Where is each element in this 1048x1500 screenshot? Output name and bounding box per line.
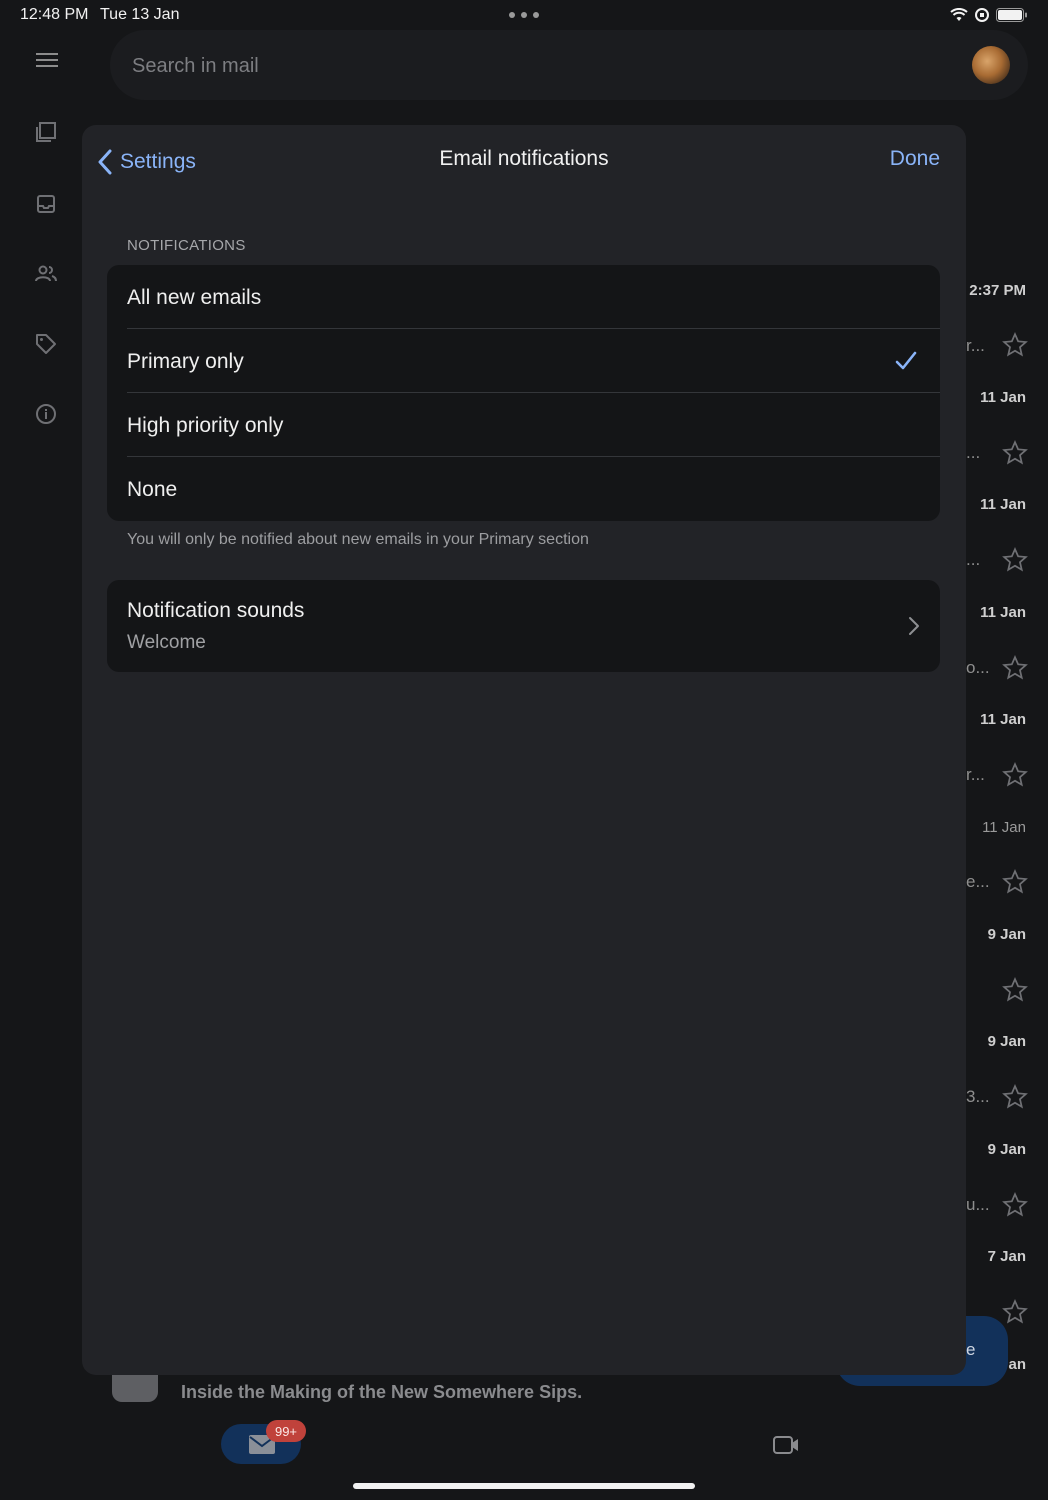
contacts-icon[interactable]	[34, 262, 58, 286]
star-icon[interactable]	[1002, 869, 1028, 895]
home-indicator	[353, 1483, 695, 1489]
checkmark-icon	[895, 351, 917, 370]
mail-snippet: u...	[966, 1195, 990, 1214]
done-button[interactable]: Done	[890, 147, 940, 171]
search-bar[interactable]	[110, 30, 1028, 100]
mail-snippet: ...	[966, 443, 981, 462]
bottom-nav: 99+	[0, 1420, 1048, 1480]
star-icon[interactable]	[1002, 655, 1028, 681]
star-icon[interactable]	[1002, 1084, 1028, 1110]
unread-badge: 99+	[266, 1420, 306, 1442]
mail-snippet: r...	[966, 765, 985, 784]
sheet-title: Email notifications	[439, 147, 609, 170]
mail-snippet: e...	[966, 872, 990, 891]
option-none[interactable]: None	[107, 457, 940, 521]
mail-date: 11 Jan	[980, 389, 1026, 406]
email-notifications-sheet: Settings Email notifications Done NOTIFI…	[82, 125, 966, 1375]
mail-snippet: o...	[966, 658, 990, 677]
mail-preview-row[interactable]: Inside the Making of the New Somewhere S…	[112, 1370, 962, 1410]
orientation-lock-icon	[975, 8, 989, 22]
notification-options: All new emails Primary only High priorit…	[107, 265, 940, 521]
option-label: None	[127, 478, 178, 501]
mail-date: 9 Jan	[987, 1141, 1026, 1158]
mail-subject: Inside the Making of the New Somewhere S…	[181, 1382, 583, 1402]
mail-date: 11 Jan	[980, 496, 1026, 513]
star-icon[interactable]	[1002, 1299, 1028, 1325]
option-primary-only[interactable]: Primary only	[107, 329, 940, 393]
option-label: Primary only	[127, 350, 244, 373]
status-indicators	[950, 7, 1028, 23]
mail-date: 2:37 PM	[969, 282, 1026, 299]
label-icon[interactable]	[34, 332, 58, 356]
wifi-icon	[950, 8, 968, 21]
side-rail	[0, 32, 90, 1432]
search-input[interactable]	[130, 51, 834, 81]
notification-sounds-value: Welcome	[127, 632, 206, 653]
mail-date: 9 Jan	[987, 1033, 1026, 1050]
inbox-icon[interactable]	[34, 192, 58, 216]
section-header: NOTIFICATIONS	[127, 237, 246, 254]
account-avatar[interactable]	[972, 46, 1010, 84]
notification-sounds-title: Notification sounds	[127, 599, 305, 622]
mail-snippet: r...	[966, 336, 985, 355]
menu-icon[interactable]	[34, 48, 58, 72]
all-inboxes-icon[interactable]	[34, 120, 58, 144]
compose-label: e	[966, 1340, 976, 1359]
status-time: 12:48 PM	[20, 6, 89, 23]
star-icon[interactable]	[1002, 332, 1028, 358]
mail-date: 11 Jan	[980, 711, 1026, 728]
star-icon[interactable]	[1002, 977, 1028, 1003]
notification-sounds-row[interactable]: Notification sounds Welcome	[107, 580, 940, 672]
mail-date: 11 Jan	[980, 604, 1026, 621]
important-marker-icon	[112, 1372, 158, 1402]
option-high-priority-only[interactable]: High priority only	[107, 393, 940, 457]
battery-icon	[996, 8, 1027, 22]
star-icon[interactable]	[1002, 762, 1028, 788]
option-label: All new emails	[127, 286, 262, 309]
option-all-new-emails[interactable]: All new emails	[107, 265, 940, 329]
mail-date: 7 Jan	[987, 1248, 1026, 1265]
mail-snippet: 3...	[966, 1087, 990, 1106]
mail-date: 11 Jan	[982, 819, 1026, 836]
status-date: Tue 13 Jan	[100, 6, 180, 23]
section-footer-note: You will only be notified about new emai…	[127, 531, 589, 548]
star-icon[interactable]	[1002, 1192, 1028, 1218]
chevron-right-icon	[909, 617, 919, 635]
multitasking-dots-icon[interactable]	[509, 12, 539, 18]
option-label: High priority only	[127, 414, 284, 437]
mail-date: 9 Jan	[987, 926, 1026, 943]
star-icon[interactable]	[1002, 547, 1028, 573]
background-mail-list: 2:37 PM r... 11 Jan ... 11 Jan ... 11 Ja…	[960, 200, 1048, 1430]
mail-date: an	[1008, 1356, 1026, 1373]
meet-video-icon[interactable]	[772, 1434, 800, 1456]
status-bar: 12:48 PM Tue 13 Jan	[0, 0, 1048, 32]
info-icon[interactable]	[34, 402, 58, 426]
mail-snippet: ...	[966, 550, 981, 569]
star-icon[interactable]	[1002, 440, 1028, 466]
